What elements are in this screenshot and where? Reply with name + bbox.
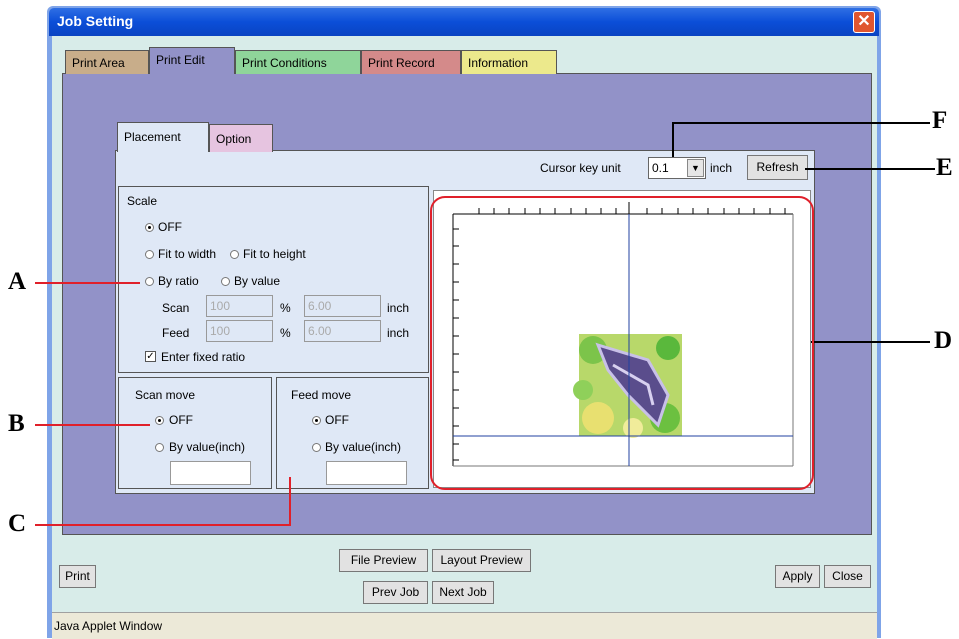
callout-line-c [35, 477, 291, 526]
callout-label-b: B [8, 410, 25, 437]
callout-label-a: A [8, 268, 27, 295]
callout-line-f [672, 122, 930, 157]
callout-label-e: E [936, 154, 953, 181]
callout-overlay [35, 122, 935, 526]
callout-label-c: C [8, 510, 27, 537]
callout-box-d [430, 196, 814, 490]
callout-label-f: F [932, 107, 948, 134]
tab-placement[interactable]: Placement [117, 122, 209, 152]
tab-print-edit[interactable]: Print Edit [149, 47, 235, 74]
callout-label-d: D [934, 327, 953, 354]
